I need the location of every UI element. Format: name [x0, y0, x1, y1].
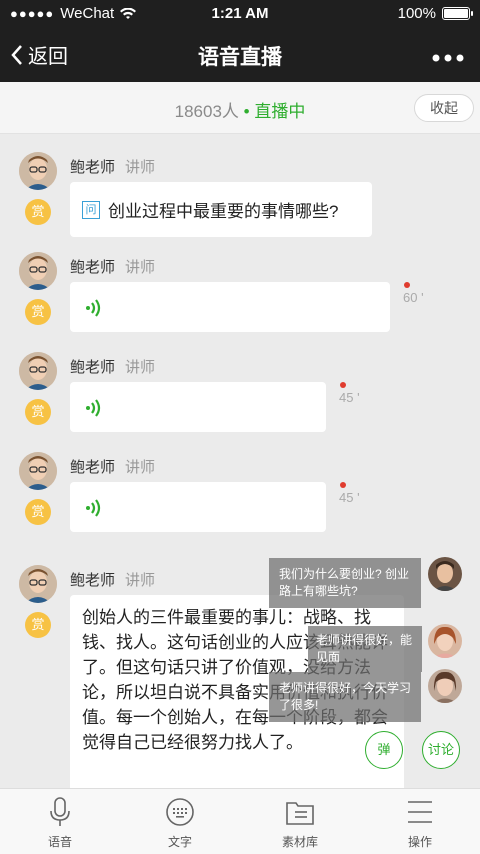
menu-icon	[408, 801, 432, 823]
sender-name: 鲍老师 讲师	[70, 572, 156, 589]
top-bar: ●●●●● WeChat 1:21 AM 100% 返回 语音直播	[0, 0, 480, 82]
tab-voice[interactable]: 语音	[0, 789, 120, 854]
folder-icon	[286, 802, 314, 825]
teacher-avatar[interactable]	[19, 252, 57, 290]
barrage-button[interactable]: 弹	[365, 731, 403, 769]
battery-percent: 100%	[397, 5, 436, 22]
question-bubble[interactable]: 问 创业过程中最重要的事情哪些?	[70, 182, 372, 237]
voice-duration: 45 '	[339, 390, 360, 405]
status-bar: ●●●●● WeChat 1:21 AM 100%	[0, 0, 480, 28]
teacher-avatar[interactable]	[19, 452, 57, 490]
reward-button[interactable]: 赏	[25, 612, 51, 638]
tab-label: 操作	[407, 835, 432, 849]
microphone-icon	[50, 797, 70, 826]
nav-bar: 返回 语音直播	[0, 28, 480, 82]
voice-bubble[interactable]	[70, 382, 326, 432]
viewer-avatar	[428, 669, 462, 703]
reward-button[interactable]: 赏	[25, 399, 51, 425]
page-title: 语音直播	[198, 46, 282, 69]
tab-label: 素材库	[281, 835, 318, 849]
teacher-avatar[interactable]	[19, 352, 57, 390]
teacher-avatar[interactable]	[19, 565, 57, 603]
sender-name: 鲍老师 讲师	[70, 359, 156, 376]
danmaku-message: 我们为什么要创业? 创业路上有哪些坑?	[269, 558, 421, 608]
tab-label: 语音	[47, 835, 72, 849]
reward-button[interactable]: 赏	[25, 199, 51, 225]
collapse-button[interactable]: 收起	[414, 94, 474, 122]
bottom-tab-bar: 语音 文字 素材库 操作	[0, 788, 480, 854]
voice-wave-icon	[86, 399, 101, 417]
battery-icon	[442, 7, 473, 20]
discuss-button[interactable]: 讨论	[422, 731, 460, 769]
tab-label: 文字	[167, 835, 192, 849]
sender-name: 鲍老师 讲师	[70, 259, 156, 276]
live-dot: •	[243, 102, 250, 121]
live-status-bar: 18603人 • 直播中 收起	[0, 82, 480, 134]
voice-bubble[interactable]	[70, 482, 326, 532]
unread-dot	[340, 382, 346, 388]
more-icon	[432, 54, 464, 62]
sender-name: 鲍老师 讲师	[70, 459, 156, 476]
teacher-avatar[interactable]	[19, 152, 57, 190]
voice-wave-icon	[86, 499, 101, 517]
danmaku-message: 老师讲得很好，今天学习了很多!	[269, 672, 421, 722]
listener-count: 18603人	[174, 102, 239, 121]
question-icon: 问	[82, 200, 100, 219]
unread-dot	[404, 282, 410, 288]
danmaku-message: 老师讲得很好，能见面	[308, 626, 422, 672]
viewer-avatar	[428, 557, 462, 591]
voice-wave-icon	[86, 299, 101, 317]
more-button[interactable]	[432, 46, 464, 62]
viewer-avatar	[428, 624, 462, 658]
reward-button[interactable]: 赏	[25, 499, 51, 525]
voice-duration: 45 '	[339, 490, 360, 505]
sender-name: 鲍老师 讲师	[70, 159, 156, 176]
reward-button[interactable]: 赏	[25, 299, 51, 325]
question-text: 创业过程中最重要的事情哪些?	[108, 202, 339, 221]
tab-operations[interactable]: 操作	[360, 789, 480, 854]
unread-dot	[340, 482, 346, 488]
voice-duration: 60 '	[403, 290, 424, 305]
tab-materials[interactable]: 素材库	[240, 789, 360, 854]
live-status: 直播中	[254, 102, 306, 121]
keyboard-icon	[166, 798, 194, 826]
tab-text[interactable]: 文字	[120, 789, 240, 854]
voice-bubble[interactable]	[70, 282, 390, 332]
